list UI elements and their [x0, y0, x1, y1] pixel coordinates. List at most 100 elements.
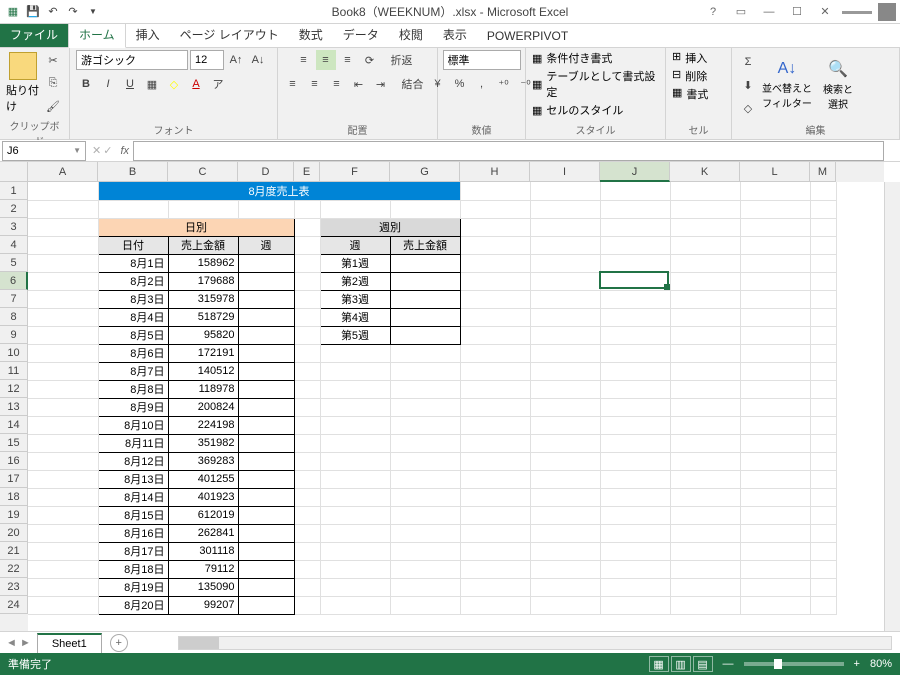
- row-header[interactable]: 16: [0, 452, 28, 470]
- row-header[interactable]: 6: [0, 272, 28, 290]
- redo-icon[interactable]: ↷: [64, 3, 82, 21]
- cell[interactable]: [238, 272, 294, 290]
- cell[interactable]: [670, 398, 740, 416]
- decrease-font-icon[interactable]: A↓: [248, 50, 268, 70]
- cell[interactable]: [460, 596, 530, 614]
- cell[interactable]: 8月16日: [98, 524, 168, 542]
- cell[interactable]: [28, 488, 98, 506]
- cell[interactable]: [460, 542, 530, 560]
- cell[interactable]: [238, 380, 294, 398]
- cell[interactable]: [460, 416, 530, 434]
- cell[interactable]: [390, 542, 460, 560]
- cell[interactable]: [810, 182, 836, 200]
- normal-view-button[interactable]: ▦: [649, 656, 669, 672]
- cell[interactable]: [670, 488, 740, 506]
- cell[interactable]: [390, 344, 460, 362]
- cell[interactable]: [390, 452, 460, 470]
- cell[interactable]: [810, 362, 836, 380]
- cell[interactable]: 8月2日: [98, 272, 168, 290]
- cell[interactable]: [530, 488, 600, 506]
- cell[interactable]: 8月18日: [98, 560, 168, 578]
- cell[interactable]: [238, 596, 294, 614]
- cell[interactable]: [600, 524, 670, 542]
- enter-formula-icon[interactable]: ✓: [103, 144, 112, 157]
- cell[interactable]: [530, 452, 600, 470]
- cell[interactable]: [238, 362, 294, 380]
- cell[interactable]: [740, 488, 810, 506]
- cell[interactable]: [810, 434, 836, 452]
- cell[interactable]: 第3週: [320, 290, 390, 308]
- cell[interactable]: [670, 470, 740, 488]
- indent-dec-icon[interactable]: ⇤: [349, 74, 369, 94]
- cancel-formula-icon[interactable]: ✕: [92, 144, 101, 157]
- cell[interactable]: [460, 218, 530, 236]
- cell[interactable]: [670, 218, 740, 236]
- cell[interactable]: [320, 362, 390, 380]
- cell[interactable]: [320, 488, 390, 506]
- tab-powerpivot[interactable]: POWERPIVOT: [477, 25, 578, 47]
- cell[interactable]: [740, 542, 810, 560]
- cell[interactable]: [740, 200, 810, 218]
- cell[interactable]: 158962: [168, 254, 238, 272]
- cell[interactable]: [670, 236, 740, 254]
- cell[interactable]: [28, 326, 98, 344]
- cell[interactable]: [238, 578, 294, 596]
- row-header[interactable]: 4: [0, 236, 28, 254]
- font-name-input[interactable]: [76, 50, 188, 70]
- col-header[interactable]: D: [238, 162, 294, 182]
- cell[interactable]: 99207: [168, 596, 238, 614]
- col-header[interactable]: I: [530, 162, 600, 182]
- zoom-level[interactable]: 80%: [870, 658, 892, 670]
- cell[interactable]: [740, 578, 810, 596]
- cell[interactable]: [28, 524, 98, 542]
- cell[interactable]: [294, 488, 320, 506]
- cell[interactable]: [670, 308, 740, 326]
- cell[interactable]: [98, 200, 168, 218]
- cell[interactable]: [320, 506, 390, 524]
- cell[interactable]: [390, 254, 460, 272]
- col-header[interactable]: M: [810, 162, 836, 182]
- cell[interactable]: [238, 308, 294, 326]
- cell[interactable]: [600, 236, 670, 254]
- orientation-icon[interactable]: ⟳: [360, 50, 380, 70]
- cell[interactable]: 8月1日: [98, 254, 168, 272]
- qat-dropdown-icon[interactable]: ▼: [84, 3, 102, 21]
- cell[interactable]: [294, 362, 320, 380]
- cell[interactable]: [740, 416, 810, 434]
- close-icon[interactable]: ✕: [814, 3, 836, 21]
- undo-icon[interactable]: ↶: [44, 3, 62, 21]
- row-header[interactable]: 11: [0, 362, 28, 380]
- add-sheet-button[interactable]: +: [110, 634, 128, 652]
- col-header[interactable]: B: [98, 162, 168, 182]
- cell[interactable]: [294, 560, 320, 578]
- cell[interactable]: [28, 578, 98, 596]
- cell[interactable]: [390, 200, 460, 218]
- cell[interactable]: 200824: [168, 398, 238, 416]
- align-top-icon[interactable]: ≡: [294, 50, 314, 70]
- cell[interactable]: [810, 596, 836, 614]
- cell[interactable]: [600, 488, 670, 506]
- cell[interactable]: [670, 344, 740, 362]
- cell[interactable]: [530, 560, 600, 578]
- cell[interactable]: 612019: [168, 506, 238, 524]
- cell[interactable]: [28, 452, 98, 470]
- cell[interactable]: [600, 542, 670, 560]
- cell[interactable]: [460, 560, 530, 578]
- col-header[interactable]: H: [460, 162, 530, 182]
- cell[interactable]: [294, 542, 320, 560]
- cell[interactable]: [390, 524, 460, 542]
- italic-button[interactable]: I: [98, 74, 118, 94]
- row-header[interactable]: 8: [0, 308, 28, 326]
- cell[interactable]: [460, 308, 530, 326]
- cell[interactable]: [810, 200, 836, 218]
- cell[interactable]: [460, 452, 530, 470]
- delete-cells-button[interactable]: ⊟削除: [672, 68, 707, 84]
- cell[interactable]: [238, 434, 294, 452]
- cell[interactable]: 8月13日: [98, 470, 168, 488]
- cell[interactable]: [294, 578, 320, 596]
- cell[interactable]: [28, 218, 98, 236]
- format-painter-icon[interactable]: 🖌: [43, 96, 63, 116]
- cell[interactable]: [600, 326, 670, 344]
- cell[interactable]: 401255: [168, 470, 238, 488]
- cell[interactable]: [294, 434, 320, 452]
